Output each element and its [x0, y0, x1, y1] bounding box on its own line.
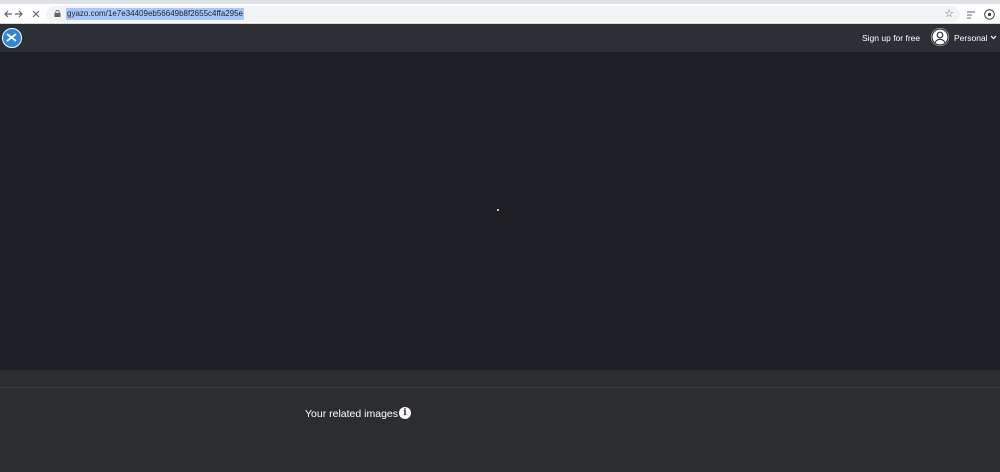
chevron-down-icon[interactable] — [990, 32, 997, 44]
bookmark-star-icon[interactable]: ☆ — [944, 6, 954, 22]
address-bar[interactable]: gyazo.com/1e7e34409eb56649b8f2655c4ffa29… — [46, 6, 960, 22]
related-images-section: Your related images i — [0, 389, 1000, 472]
stop-loading-icon[interactable] — [28, 6, 44, 22]
browser-toolbar: gyazo.com/1e7e34409eb56649b8f2655c4ffa29… — [0, 4, 1000, 24]
lock-icon — [54, 10, 61, 17]
avatar-icon[interactable] — [931, 28, 949, 46]
captured-image[interactable] — [497, 209, 499, 211]
info-icon[interactable]: i — [399, 407, 411, 419]
account-menu-label[interactable]: Personal — [954, 32, 988, 44]
reading-list-icon[interactable] — [964, 8, 978, 22]
signup-link[interactable]: Sign up for free — [862, 32, 920, 44]
app-header: Sign up for free Personal — [0, 25, 1000, 52]
gyazo-logo-icon[interactable] — [2, 28, 22, 48]
image-viewer — [0, 52, 1000, 370]
url-text[interactable]: gyazo.com/1e7e34409eb56649b8f2655c4ffa29… — [66, 8, 245, 20]
related-images-title: Your related images — [305, 408, 399, 420]
forward-arrow-icon[interactable] — [11, 6, 27, 22]
extension-icon[interactable] — [982, 8, 996, 22]
image-actions-strip — [0, 370, 1000, 388]
